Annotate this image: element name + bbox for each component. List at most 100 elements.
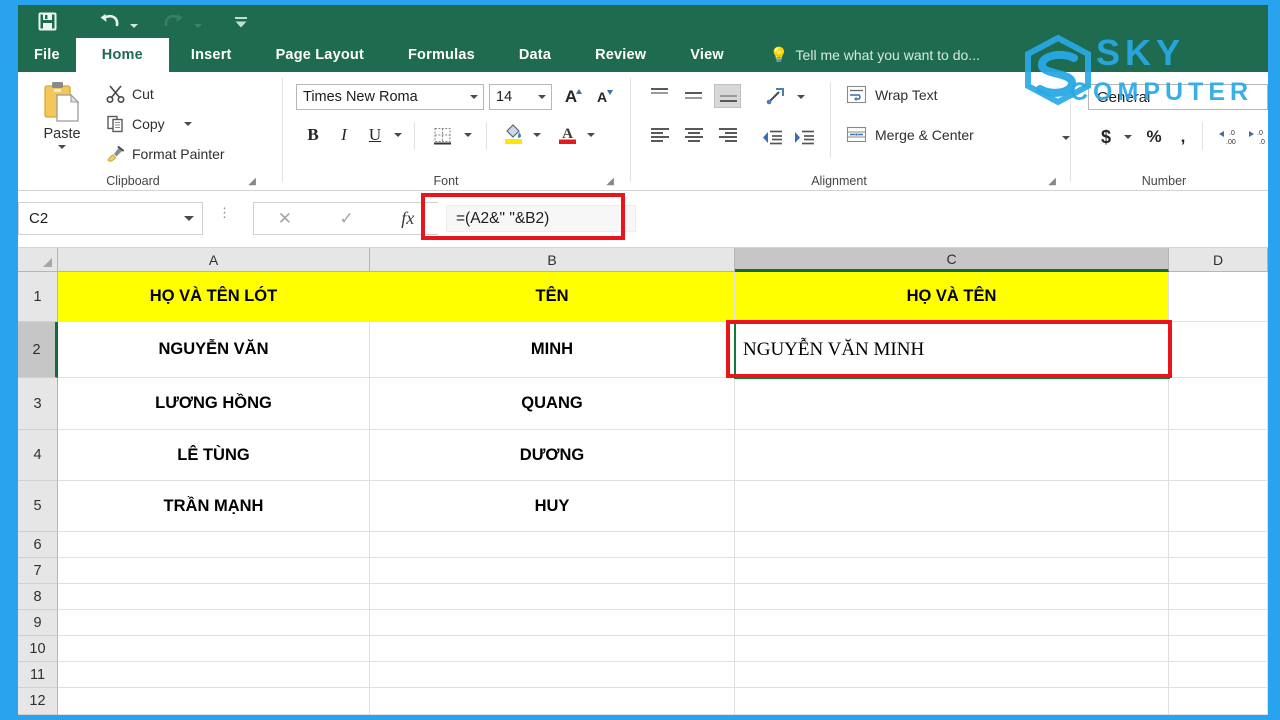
save-button[interactable] xyxy=(30,7,64,37)
orientation-button[interactable] xyxy=(761,83,789,109)
row-header-4[interactable]: 4 xyxy=(18,430,58,481)
cell-D6[interactable] xyxy=(1169,532,1268,558)
copy-dropdown-arrow[interactable] xyxy=(183,121,192,126)
decrease-font-size-button[interactable]: A xyxy=(589,84,615,110)
bold-button[interactable]: B xyxy=(300,122,326,148)
redo-dropdown[interactable] xyxy=(190,7,206,37)
decrease-decimal-button[interactable]: .0 .0 xyxy=(1244,124,1272,150)
cut-button[interactable]: Cut xyxy=(106,84,154,103)
cell-C3[interactable] xyxy=(735,378,1169,430)
cell-A10[interactable] xyxy=(58,636,370,662)
cell-B5[interactable]: HUY xyxy=(370,481,735,532)
borders-dropdown[interactable] xyxy=(460,122,476,148)
align-bottom-button[interactable] xyxy=(714,84,741,108)
decrease-indent-button[interactable] xyxy=(758,124,786,150)
column-header-b[interactable]: B xyxy=(370,248,735,272)
tab-home[interactable]: Home xyxy=(75,38,169,72)
cell-A2[interactable]: NGUYỄN VĂN xyxy=(58,322,370,378)
cell-C2[interactable]: NGUYỄN VĂN MINH xyxy=(735,322,1169,378)
format-painter-button[interactable]: Format Painter xyxy=(106,144,225,163)
paste-dropdown-arrow[interactable] xyxy=(58,145,66,149)
row-header-12[interactable]: 12 xyxy=(18,688,58,715)
tell-me-box[interactable]: 💡 Tell me what you want to do... xyxy=(746,38,980,72)
cell-A4[interactable]: LÊ TÙNG xyxy=(58,430,370,481)
cell-A5[interactable]: TRẦN MẠNH xyxy=(58,481,370,532)
tab-file[interactable]: File xyxy=(18,38,76,72)
paste-button[interactable]: Paste xyxy=(30,78,94,166)
clipboard-dialog-launcher[interactable]: ◢ xyxy=(248,176,256,187)
chevron-down-icon[interactable] xyxy=(533,95,551,99)
fill-color-dropdown[interactable] xyxy=(529,122,545,148)
increase-font-size-button[interactable]: A xyxy=(558,84,584,110)
align-top-button[interactable] xyxy=(646,84,673,108)
increase-decimal-button[interactable]: .0 .00 xyxy=(1214,124,1242,150)
cell-B2[interactable]: MINH xyxy=(370,322,735,378)
cell-D11[interactable] xyxy=(1169,662,1268,688)
cell-D5[interactable] xyxy=(1169,481,1268,532)
font-color-dropdown[interactable] xyxy=(583,122,599,148)
cell-D4[interactable] xyxy=(1169,430,1268,481)
italic-button[interactable]: I xyxy=(331,122,357,148)
cell-A3[interactable]: LƯƠNG HỒNG xyxy=(58,378,370,430)
row-header-2[interactable]: 2 xyxy=(18,322,58,378)
customize-quick-access-button[interactable] xyxy=(224,7,258,37)
font-dialog-launcher[interactable]: ◢ xyxy=(606,176,614,187)
copy-button[interactable]: Copy xyxy=(106,114,192,133)
row-header-8[interactable]: 8 xyxy=(18,584,58,610)
tab-review[interactable]: Review xyxy=(573,38,668,72)
underline-button[interactable]: U xyxy=(362,122,388,148)
increase-indent-button[interactable] xyxy=(790,124,818,150)
cell-C1[interactable]: HỌ VÀ TÊN xyxy=(735,272,1169,322)
cell-C6[interactable] xyxy=(735,532,1169,558)
cell-A7[interactable] xyxy=(58,558,370,584)
comma-style-button[interactable]: , xyxy=(1172,124,1194,150)
row-header-11[interactable]: 11 xyxy=(18,662,58,688)
cell-B8[interactable] xyxy=(370,584,735,610)
number-format-input[interactable]: General xyxy=(1088,84,1268,110)
tab-formulas[interactable]: Formulas xyxy=(386,38,497,72)
tab-view[interactable]: View xyxy=(668,38,746,72)
cancel-button[interactable]: ✕ xyxy=(278,209,292,229)
cell-C4[interactable] xyxy=(735,430,1169,481)
merge-center-dropdown[interactable] xyxy=(1058,127,1074,149)
cell-D1[interactable] xyxy=(1169,272,1268,322)
cell-C8[interactable] xyxy=(735,584,1169,610)
cell-C12[interactable] xyxy=(735,688,1169,715)
align-right-button[interactable] xyxy=(714,124,741,148)
cell-A9[interactable] xyxy=(58,610,370,636)
currency-dropdown[interactable] xyxy=(1120,124,1136,150)
tab-page-layout[interactable]: Page Layout xyxy=(254,38,386,72)
cell-B6[interactable] xyxy=(370,532,735,558)
cell-D12[interactable] xyxy=(1169,688,1268,715)
column-header-a[interactable]: A xyxy=(58,248,370,272)
tab-insert[interactable]: Insert xyxy=(169,38,254,72)
percent-button[interactable]: % xyxy=(1142,124,1166,150)
name-box[interactable]: C2 xyxy=(18,202,203,235)
align-center-button[interactable] xyxy=(680,124,707,148)
enter-button[interactable]: ✓ xyxy=(340,209,354,229)
wrap-text-button[interactable]: Wrap Text xyxy=(846,85,938,105)
formula-bar-grip[interactable]: ⋮ xyxy=(218,206,232,219)
redo-button[interactable] xyxy=(156,7,190,37)
cell-B10[interactable] xyxy=(370,636,735,662)
insert-function-button[interactable]: fx xyxy=(401,208,414,229)
cell-A6[interactable] xyxy=(58,532,370,558)
row-header-6[interactable]: 6 xyxy=(18,532,58,558)
cell-B12[interactable] xyxy=(370,688,735,715)
font-size-input[interactable]: 14 xyxy=(489,84,552,110)
cell-D3[interactable] xyxy=(1169,378,1268,430)
borders-button[interactable] xyxy=(428,122,456,148)
name-box-dropdown[interactable] xyxy=(176,216,202,221)
font-name-input[interactable]: Times New Roma xyxy=(296,84,484,110)
align-middle-button[interactable] xyxy=(680,84,707,108)
cell-A1[interactable]: HỌ VÀ TÊN LÓT xyxy=(58,272,370,322)
cell-A8[interactable] xyxy=(58,584,370,610)
select-all-button[interactable] xyxy=(18,248,58,272)
row-header-1[interactable]: 1 xyxy=(18,272,58,322)
cell-A12[interactable] xyxy=(58,688,370,715)
cell-C7[interactable] xyxy=(735,558,1169,584)
cell-D9[interactable] xyxy=(1169,610,1268,636)
alignment-dialog-launcher[interactable]: ◢ xyxy=(1048,176,1056,187)
row-header-10[interactable]: 10 xyxy=(18,636,58,662)
cell-D7[interactable] xyxy=(1169,558,1268,584)
